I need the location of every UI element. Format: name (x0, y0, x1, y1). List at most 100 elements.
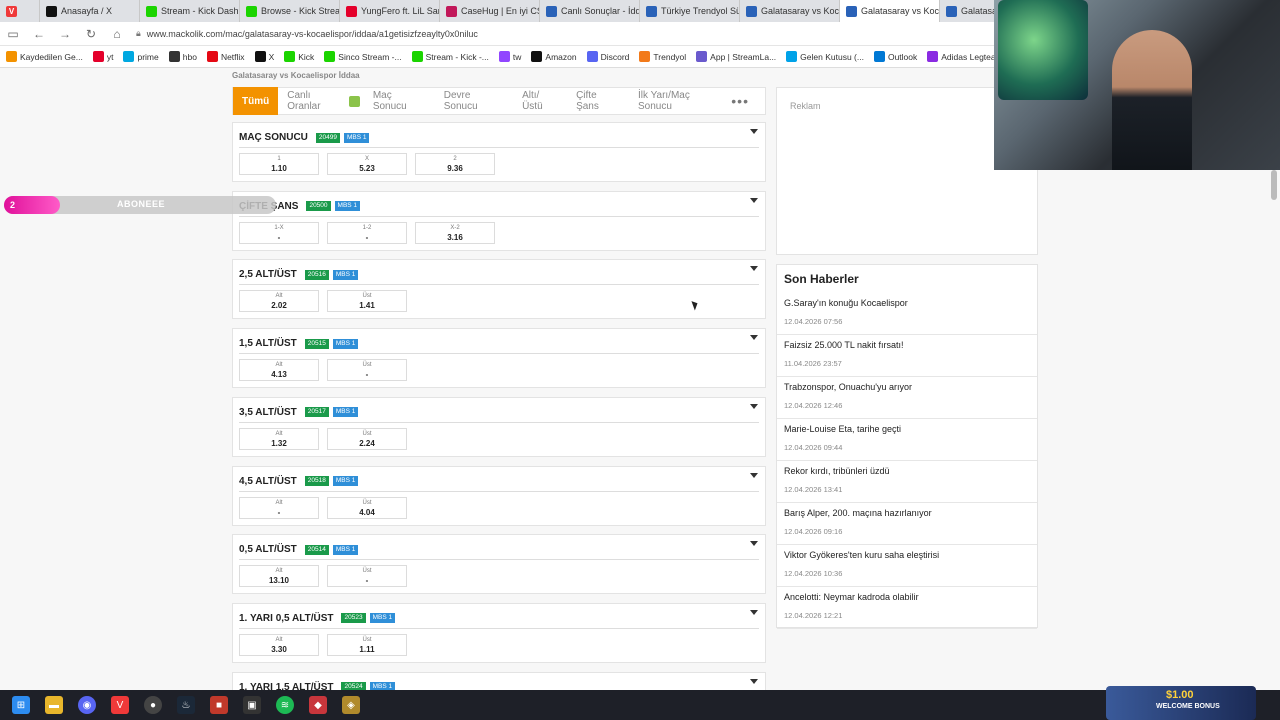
filter-tab-5[interactable]: Çifte Şans (567, 87, 629, 115)
odd-button[interactable]: 1-2- (327, 221, 407, 244)
collapse-caret-icon[interactable] (750, 609, 758, 615)
odd-button[interactable]: Alt 3.30 (239, 633, 319, 656)
tab-3[interactable]: YungFero ft. LiL Samc (340, 0, 440, 22)
news-item[interactable]: Barış Alper, 200. maçına hazırlanıyor 12.… (777, 503, 1037, 545)
browser-menu-icon[interactable]: V (0, 0, 40, 22)
bookmark-13[interactable]: App | StreamLa... (696, 51, 776, 62)
sidebar-toggle-icon[interactable]: ▭ (6, 27, 20, 41)
bookmark-favicon-icon (696, 51, 708, 62)
market-code-badge: 20500 (306, 201, 331, 212)
odd-value: - (277, 507, 281, 517)
valorant-icon[interactable]: ◆ (309, 696, 327, 714)
bookmark-14[interactable]: Gelen Kutusu (... (786, 51, 864, 62)
odd-button[interactable]: Üst 2.24 (327, 427, 407, 450)
tab-7[interactable]: Galatasaray vs Kocae (740, 0, 840, 22)
obs-icon[interactable]: ● (144, 696, 162, 714)
odd-button[interactable]: Alt 2.02 (239, 290, 319, 313)
odd-button[interactable]: 1 1.10 (239, 153, 319, 175)
news-item[interactable]: G.Saray'ın konuğu Kocaelispor 12.04.2026 … (777, 293, 1037, 335)
market-header[interactable]: 4,5 ALT/ÜST 20518 MBS 1 (239, 476, 359, 487)
bookmark-15[interactable]: Outlook (873, 51, 917, 62)
odd-button[interactable]: Alt 4.13 (239, 359, 319, 382)
reload-icon[interactable]: ↻ (84, 27, 98, 41)
odd-button[interactable]: Üst - (327, 565, 407, 588)
bookmark-9[interactable]: tw (498, 51, 521, 62)
tab-2[interactable]: Browse - Kick Stream (240, 0, 340, 22)
file-explorer-icon[interactable]: ▬ (45, 696, 63, 714)
news-item[interactable]: Rekor kırdı, tribünleri üzdü 12.04.2026 1… (777, 461, 1037, 503)
bookmark-10[interactable]: Amazon (531, 51, 577, 62)
more-options-icon[interactable]: ••• (731, 93, 749, 109)
odd-button[interactable]: 1-X - (239, 221, 319, 244)
filter-tab-6[interactable]: İlk Yarı/Maç Sonucu (629, 87, 731, 115)
odd-button[interactable]: Üst 4.04 (327, 496, 407, 519)
bookmark-8[interactable]: Stream - Kick -... (411, 51, 489, 62)
bookmark-2[interactable]: prime (123, 51, 159, 62)
league-icon[interactable]: ◈ (342, 696, 360, 714)
bookmark-5[interactable]: X (254, 51, 274, 62)
windows-start-icon[interactable]: ⊞ (12, 696, 30, 714)
news-item[interactable]: Ancelotti: Neymar kadroda olabilir 12.04.… (777, 587, 1037, 629)
news-item[interactable]: Marie-Louise Eta, tarihe geçti 12.04.2026… (777, 419, 1037, 461)
filter-tab-0[interactable]: Tümü (233, 87, 279, 115)
bookmark-label: Kick (298, 51, 315, 62)
tab-1[interactable]: Stream - Kick Dashb (140, 0, 240, 22)
collapse-caret-icon[interactable] (750, 197, 758, 203)
odd-button[interactable]: Alt 1.32 (239, 427, 319, 450)
bookmark-6[interactable]: Kick (284, 51, 314, 62)
bookmark-11[interactable]: Discord (586, 51, 629, 62)
collapse-caret-icon[interactable] (750, 541, 758, 547)
app-red-icon[interactable]: ■ (210, 696, 228, 714)
forward-icon[interactable]: → (58, 27, 72, 41)
bookmark-12[interactable]: Trendyol (639, 51, 686, 62)
steam-icon[interactable]: ♨ (177, 696, 195, 714)
collapse-caret-icon[interactable] (750, 335, 758, 341)
market-header[interactable]: 3,5 ALT/ÜST 20517 MBS 1 (239, 407, 359, 418)
page-scrollbar[interactable] (1271, 170, 1277, 200)
collapse-caret-icon[interactable] (750, 678, 758, 684)
tab-5[interactable]: Canlı Sonuçlar - İdda (540, 0, 640, 22)
bookmark-4[interactable]: Netflix (206, 51, 245, 62)
news-item[interactable]: Viktor Gyökeres'ten kuru saha eleştirisi… (777, 545, 1037, 587)
market-header[interactable]: 2,5 ALT/ÜST 20516 MBS 1 (239, 269, 359, 280)
home-icon[interactable]: ⌂ (110, 27, 124, 41)
back-icon[interactable]: ← (32, 27, 46, 41)
market-card: ÇİFTE ŞANS20500MBS 11-X-1-2-X-23.16 (232, 190, 766, 251)
odd-button[interactable]: X-2 3.16 (415, 221, 495, 244)
market-header[interactable]: 1. YARI 1,5 ALT/ÜST 20524 MBS 1 (239, 682, 396, 690)
collapse-caret-icon[interactable] (750, 266, 758, 272)
bookmark-7[interactable]: Sinco Stream -... (324, 51, 402, 62)
vivaldi-icon[interactable]: V (111, 696, 129, 714)
market-header[interactable]: 1,5 ALT/ÜST 20515 MBS 1 (239, 338, 359, 349)
tab-8[interactable]: Galatasaray vs Kocae (840, 0, 940, 22)
discord-icon[interactable]: ◉ (78, 696, 96, 714)
spotify-icon[interactable]: ≋ (276, 696, 294, 714)
odd-button[interactable]: Üst - (327, 359, 407, 382)
bookmark-3[interactable]: hbo (168, 51, 197, 62)
market-header[interactable]: MAÇ SONUCU 20499 MBS 1 (239, 132, 370, 143)
filter-tab-2[interactable]: Maç Sonucu (364, 87, 435, 115)
filter-tab-3[interactable]: Devre Sonucu (435, 87, 513, 115)
news-item[interactable]: Trabzonspor, Onuachu'yu arıyor 12.04.2026… (777, 377, 1037, 419)
odd-button[interactable]: X 5.23 (327, 153, 407, 175)
market-header[interactable]: 1. YARI 0,5 ALT/ÜST 20523 MBS 1 (239, 613, 396, 624)
bookmark-1[interactable]: yt (92, 51, 113, 62)
collapse-caret-icon[interactable] (750, 129, 758, 134)
odd-button[interactable]: Üst 1.41 (327, 290, 407, 313)
odd-button[interactable]: Alt - (239, 496, 319, 519)
filter-tab-1[interactable]: Canlı Oranlar (278, 87, 353, 115)
collapse-caret-icon[interactable] (750, 403, 758, 409)
tab-0[interactable]: Anasayfa / X (40, 0, 140, 22)
bookmark-0[interactable]: Kaydedilen Ge... (6, 51, 83, 62)
odd-button[interactable]: Alt 13.10 (239, 565, 319, 588)
odd-button[interactable]: Üst 1.11 (327, 633, 407, 656)
market-header[interactable]: 0,5 ALT/ÜST 20514 MBS 1 (239, 544, 359, 555)
news-item[interactable]: Faizsiz 25.000 TL nakit fırsatı! 11.04.20… (777, 335, 1037, 377)
app-dark-icon[interactable]: ▣ (243, 696, 261, 714)
url-field[interactable]: 🔒︎ www.mackolik.com/mac/galatasaray-vs-k… (136, 25, 896, 43)
odd-button[interactable]: 2 9.36 (415, 153, 495, 175)
tab-6[interactable]: Türkiye Trendyol Süpe (640, 0, 740, 22)
collapse-caret-icon[interactable] (750, 472, 758, 478)
tab-4[interactable]: CaseHug | En iyi CS2 (440, 0, 540, 22)
filter-tab-4[interactable]: Altı/Üstü (513, 87, 567, 115)
